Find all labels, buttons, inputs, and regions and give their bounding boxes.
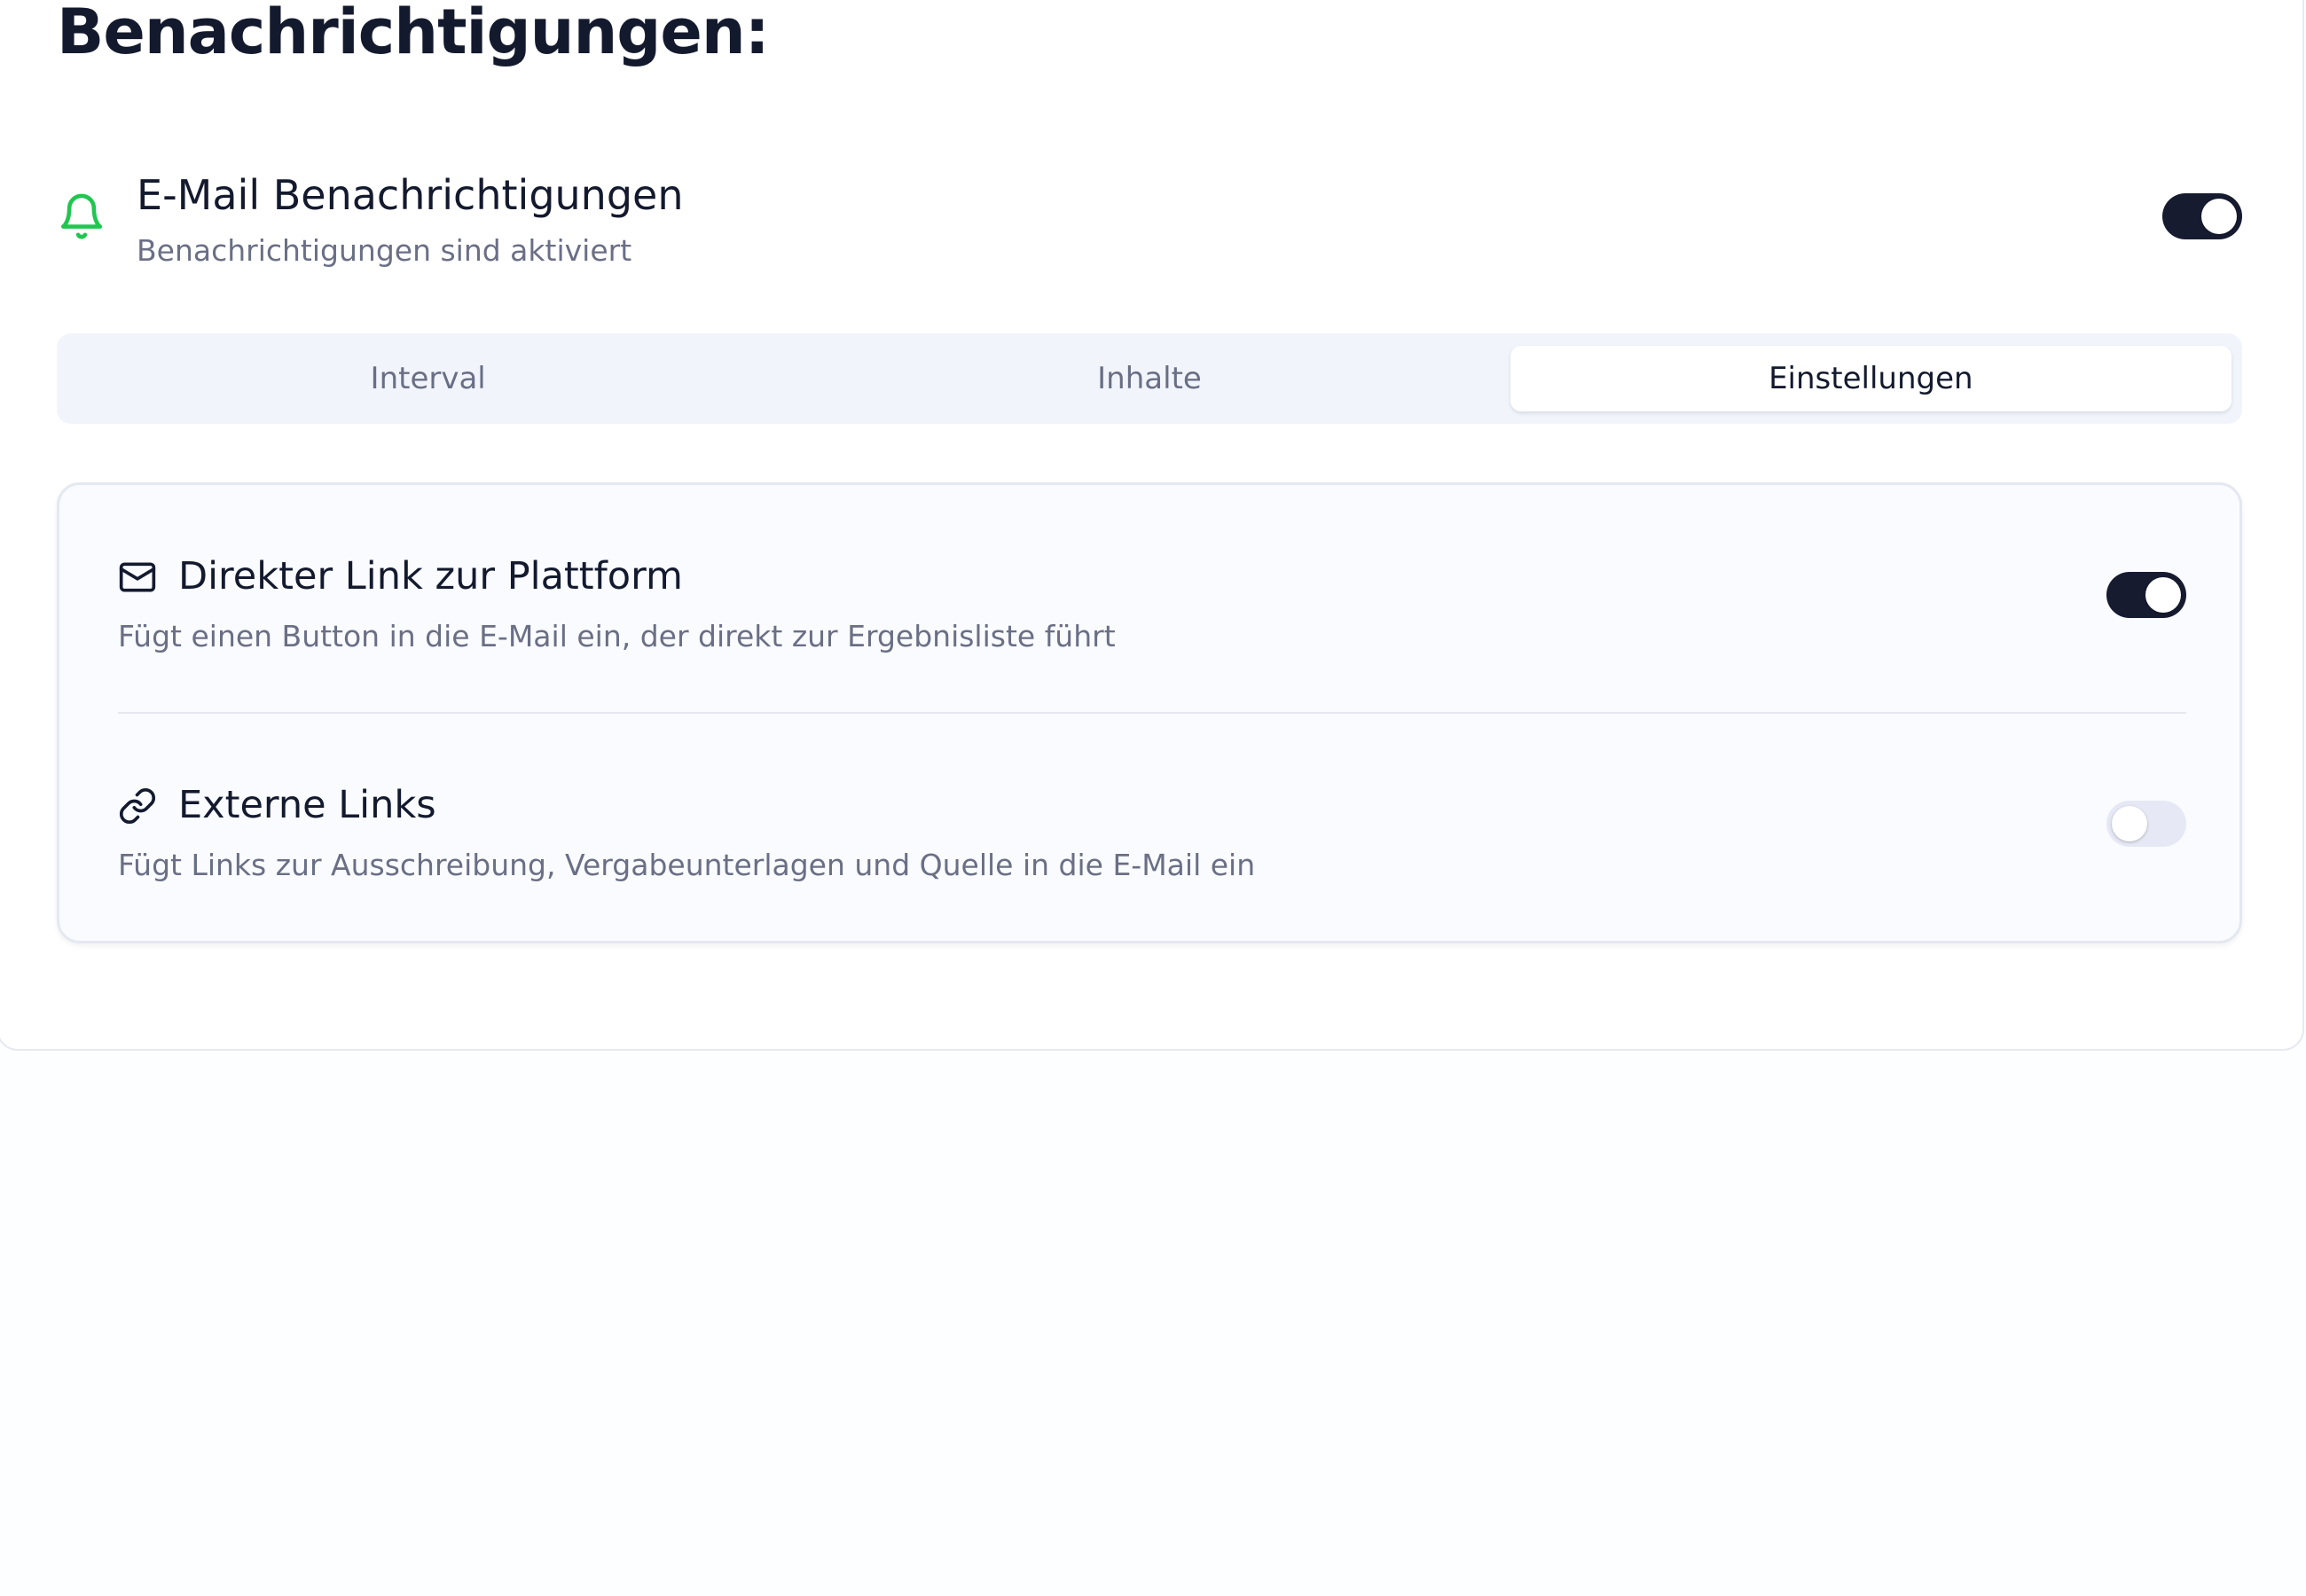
- toggle-knob: [2145, 577, 2181, 613]
- setting-title: Externe Links: [178, 783, 436, 827]
- page-title: Benachrichtigungen:: [57, 0, 770, 68]
- setting-direct-link: Direkter Link zur Plattform Fügt einen B…: [118, 549, 2186, 673]
- external-links-toggle[interactable]: [2106, 801, 2186, 847]
- tab-einstellungen[interactable]: Einstellungen: [1510, 346, 2231, 411]
- bell-icon: [60, 193, 103, 239]
- email-notifications-status: Benachrichtigungen sind aktiviert: [137, 233, 632, 268]
- tab-inhalte[interactable]: Inhalte: [788, 346, 1510, 411]
- setting-external-links: Externe Links Fügt Links zur Ausschreibu…: [118, 778, 2186, 902]
- toggle-knob: [2201, 199, 2237, 234]
- notifications-panel: Benachrichtigungen: E-Mail Benachrichtig…: [0, 0, 2304, 1051]
- tab-interval[interactable]: Interval: [67, 346, 788, 411]
- setting-description: Fügt Links zur Ausschreibung, Vergabeunt…: [118, 848, 1256, 882]
- divider: [118, 712, 2186, 714]
- email-notifications-row: E-Mail Benachrichtigungen Benachrichtigu…: [57, 161, 2242, 286]
- settings-card: Direkter Link zur Plattform Fügt einen B…: [57, 482, 2242, 943]
- setting-description: Fügt einen Button in die E-Mail ein, der…: [118, 619, 1116, 653]
- toggle-knob: [2112, 806, 2147, 841]
- tab-bar: Interval Inhalte Einstellungen: [57, 333, 2242, 424]
- email-notifications-toggle[interactable]: [2162, 193, 2242, 239]
- mail-icon: [119, 562, 156, 592]
- setting-title: Direkter Link zur Plattform: [178, 554, 683, 598]
- email-notifications-title: E-Mail Benachrichtigungen: [137, 171, 684, 219]
- link-icon: [119, 787, 156, 825]
- direct-link-toggle[interactable]: [2106, 572, 2186, 618]
